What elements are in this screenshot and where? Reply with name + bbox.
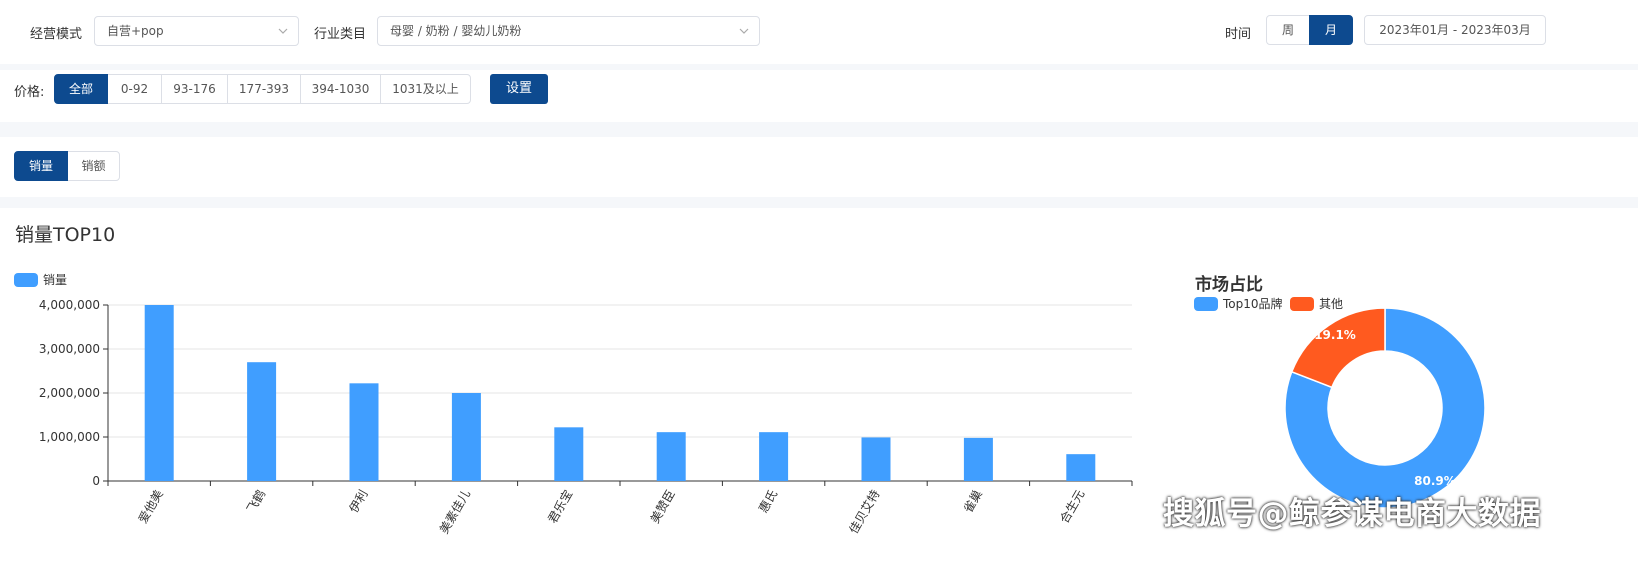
- watermark: 搜狐号@鲸参谋电商大数据: [1163, 496, 1541, 532]
- x-tick-label: 伊利: [346, 488, 370, 516]
- price-label: 价格:: [14, 85, 45, 100]
- category-select[interactable]: 母婴 / 奶粉 / 婴幼儿奶粉: [377, 16, 760, 46]
- bar[interactable]: [656, 432, 686, 481]
- price-option[interactable]: 1031及以上: [380, 74, 471, 104]
- x-tick-label: 飞鹤: [243, 487, 268, 515]
- time-label: 时间: [1225, 27, 1252, 42]
- metric-tab-bar: 销量 销额: [0, 137, 1638, 197]
- tab-sales-volume[interactable]: 销量: [14, 151, 68, 181]
- bar[interactable]: [144, 305, 174, 481]
- donut-chart: 80.9% 19.1%: [1284, 307, 1486, 509]
- price-option[interactable]: 394-1030: [300, 74, 381, 104]
- date-range-picker[interactable]: 2023年01月 - 2023年03月: [1364, 15, 1546, 45]
- category-select-value: 母婴 / 奶粉 / 婴幼儿奶粉: [390, 24, 522, 38]
- filter-bar: 经营模式 自营+pop 行业类目 母婴 / 奶粉 / 婴幼儿奶粉 时间 周 月 …: [0, 0, 1638, 64]
- metric-tabs: 销量 销额: [14, 151, 120, 181]
- bar[interactable]: [247, 362, 277, 481]
- legend-swatch: [1194, 296, 1218, 311]
- chevron-down-icon: [739, 28, 749, 34]
- x-tick-label: 君乐宝: [545, 488, 575, 526]
- price-filter-bar: 价格: 全部 0-92 93-176 177-393 394-1030 1031…: [0, 70, 1638, 122]
- chevron-down-icon: [278, 28, 288, 34]
- bar[interactable]: [1066, 454, 1096, 481]
- x-tick-label: 惠氏: [756, 488, 780, 516]
- slice-label: 19.1%: [1314, 328, 1356, 342]
- price-option-all[interactable]: 全部: [54, 74, 108, 104]
- x-tick-label: 佳贝艾特: [846, 487, 883, 536]
- mode-select[interactable]: 自营+pop: [94, 16, 299, 46]
- bar[interactable]: [554, 427, 584, 481]
- x-tick-label: 美赞臣: [648, 488, 678, 526]
- y-tick-label: 1,000,000: [39, 430, 100, 444]
- price-option[interactable]: 93-176: [161, 74, 228, 104]
- donut-title: 市场占比: [1195, 275, 1263, 295]
- tab-sales-amount[interactable]: 销额: [67, 151, 120, 181]
- mode-select-value: 自营+pop: [107, 24, 164, 38]
- mode-label: 经营模式: [30, 27, 83, 42]
- pie-slice[interactable]: [1290, 307, 1386, 389]
- y-tick-label: 0: [92, 474, 100, 488]
- y-tick-label: 3,000,000: [39, 342, 100, 356]
- period-week-button[interactable]: 周: [1266, 15, 1310, 45]
- settings-button[interactable]: 设置: [490, 74, 548, 104]
- price-option[interactable]: 177-393: [227, 74, 301, 104]
- bar[interactable]: [861, 437, 891, 481]
- slice-label: 80.9%: [1414, 474, 1456, 488]
- bar[interactable]: [451, 393, 481, 481]
- price-range-group: 全部 0-92 93-176 177-393 394-1030 1031及以上: [54, 74, 471, 104]
- bar[interactable]: [349, 383, 379, 481]
- y-tick-label: 2,000,000: [39, 386, 100, 400]
- category-label: 行业类目: [314, 27, 367, 42]
- bar-chart: 0 1,000,000 2,000,000 3,000,000 4,000,000 爱他美…: [39, 298, 1133, 537]
- y-tick-label: 4,000,000: [39, 298, 100, 312]
- period-month-button[interactable]: 月: [1309, 15, 1353, 45]
- bar[interactable]: [963, 437, 993, 481]
- chart-panel: 销量TOP10 销量 0 1,000,000 2,000,000 3,000,000 4…: [0, 208, 1638, 566]
- x-tick-label: 合生元: [1056, 487, 1087, 526]
- bar[interactable]: [759, 432, 789, 481]
- period-toggle: 周 月: [1266, 15, 1353, 45]
- date-range-value: 2023年01月 - 2023年03月: [1379, 23, 1531, 37]
- price-option[interactable]: 0-92: [107, 74, 162, 104]
- x-tick-label: 雀巢: [961, 488, 985, 516]
- x-tick-label: 爱他美: [136, 488, 166, 526]
- x-tick-label: 美素佳儿: [437, 488, 473, 537]
